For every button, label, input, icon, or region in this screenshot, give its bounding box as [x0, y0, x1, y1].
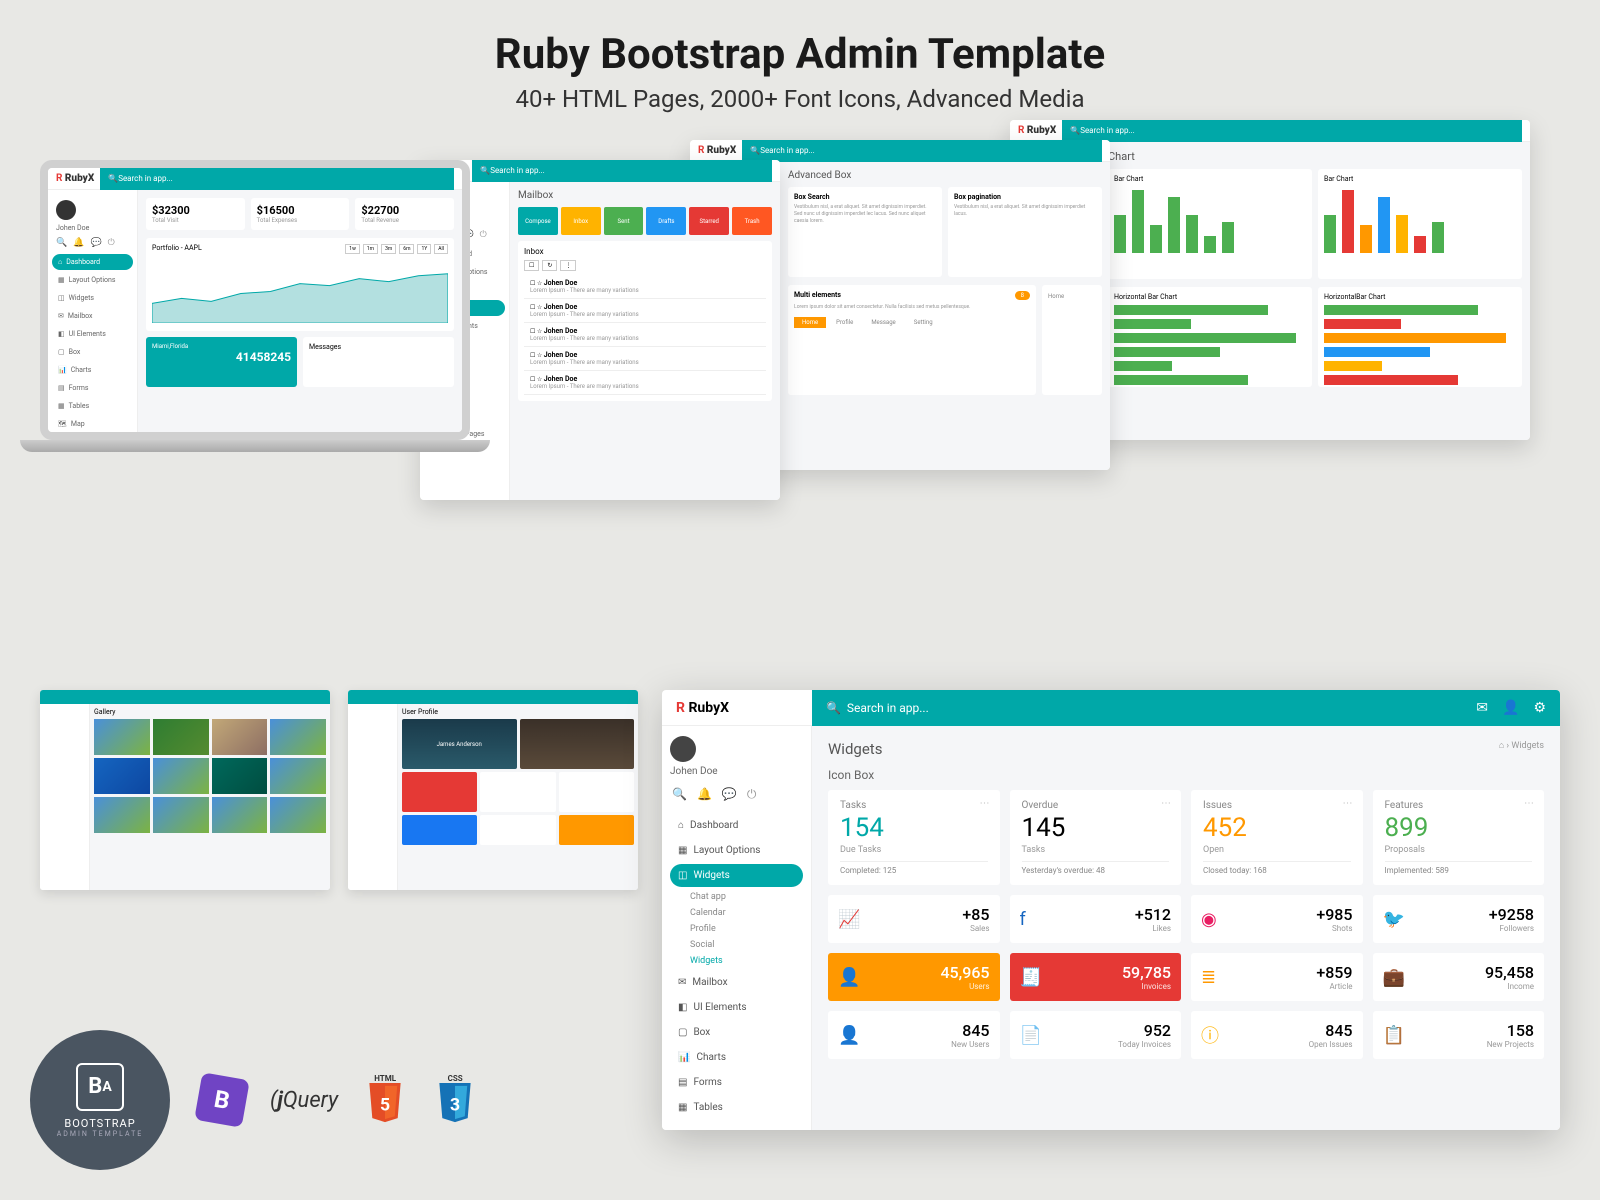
nav-dashboard[interactable]: ⌂ Dashboard: [670, 814, 803, 837]
hero: Ruby Bootstrap Admin Template 40+ HTML P…: [0, 0, 1600, 128]
stat-tile[interactable]: 📈+85Sales: [828, 895, 1000, 943]
tile[interactable]: ⋯Tasks154Due TasksCompleted: 125: [828, 790, 1000, 885]
gear-icon[interactable]: ⚙: [1533, 700, 1546, 716]
screenshot-row: R RubyX🔍 Search in app... Johen Doe 🔍🔔💬⏻…: [50, 150, 1550, 550]
mail-icon[interactable]: ✉: [1476, 700, 1488, 716]
tech-logos: BA BOOTSTRAP ADMIN TEMPLATE B (jjQueryQu…: [30, 1030, 478, 1170]
tile[interactable]: ⋯Issues452OpenClosed today: 168: [1191, 790, 1363, 885]
stat-tile[interactable]: 🧾59,785Invoices: [1010, 953, 1182, 1001]
logo: R RubyX: [1018, 125, 1056, 136]
svg-text:5: 5: [380, 1095, 390, 1115]
laptop-mockup: R RubyX🔍 Search in app... Johen Doe 🔍🔔💬⏻…: [40, 160, 470, 480]
preview-widgets: R RubyX 🔍 Search in app... ✉👤⚙ Johen Doe…: [662, 690, 1560, 1130]
thumb-profile: User Profile James Anderson: [348, 690, 638, 890]
bootstrap-admin-logo: BA BOOTSTRAP ADMIN TEMPLATE: [30, 1030, 170, 1170]
nav-ui[interactable]: ◧ UI Elements: [670, 996, 803, 1019]
page-title: Chart: [1108, 150, 1522, 163]
nav-tables[interactable]: ▦ Tables: [670, 1096, 803, 1119]
mailbox-actions: ComposeInboxSentDraftsStarredTrash: [518, 207, 772, 235]
stat-tile[interactable]: 👤845New Users: [828, 1011, 1000, 1059]
stat-tile[interactable]: ⓘ845Open Issues: [1191, 1011, 1363, 1059]
thumb-gallery: Gallery: [40, 690, 330, 890]
hero-title: Ruby Bootstrap Admin Template: [0, 30, 1600, 79]
nav-forms[interactable]: ▤ Forms: [670, 1071, 803, 1094]
area-chart: [152, 254, 448, 323]
nav-widgets[interactable]: ◫ Widgets: [670, 864, 803, 887]
stat-tile[interactable]: 👤45,965Users: [828, 953, 1000, 1001]
power-icon[interactable]: ⏻: [747, 787, 757, 802]
bar-chart-2: [1324, 183, 1516, 253]
css3-logo: CSS3: [432, 1074, 478, 1126]
stat-tile[interactable]: 📄952Today Invoices: [1010, 1011, 1182, 1059]
stat-tile[interactable]: ◉+985Shots: [1191, 895, 1363, 943]
stat-tile[interactable]: ≣+859Article: [1191, 953, 1363, 1001]
avatar[interactable]: [670, 736, 696, 762]
stat-tile[interactable]: 🐦+9258Followers: [1373, 895, 1545, 943]
nav-box[interactable]: ▢ Box: [670, 1021, 803, 1044]
hbar-chart-1: [1114, 305, 1306, 385]
search-icon[interactable]: 🔍: [672, 787, 687, 802]
tile[interactable]: ⋯Overdue145TasksYesterday's overdue: 48: [1010, 790, 1182, 885]
stat-row-2: 👤45,965Users🧾59,785Invoices≣+859Article💼…: [828, 953, 1544, 1001]
svg-text:3: 3: [450, 1095, 460, 1115]
tile-row: ⋯Tasks154Due TasksCompleted: 125⋯Overdue…: [828, 790, 1544, 885]
html5-logo: HTML5: [362, 1074, 408, 1126]
nav-mailbox[interactable]: ✉ Mailbox: [670, 971, 803, 994]
tile[interactable]: ⋯Features899ProposalsImplemented: 589: [1373, 790, 1545, 885]
chat-icon[interactable]: 💬: [722, 787, 737, 802]
stat-tile[interactable]: f+512Likes: [1010, 895, 1182, 943]
logo: R RubyX: [662, 700, 812, 716]
bar-chart-1: [1114, 183, 1306, 253]
stat-tile[interactable]: 💼95,458Income: [1373, 953, 1545, 1001]
hero-subtitle: 40+ HTML Pages, 2000+ Font Icons, Advanc…: [0, 85, 1600, 113]
search-bar[interactable]: 🔍 Search in app...: [1062, 120, 1522, 142]
user-icon[interactable]: 👤: [1502, 700, 1519, 716]
hbar-chart-2: [1324, 305, 1516, 385]
bell-icon[interactable]: 🔔: [697, 787, 712, 802]
bootstrap-icon: B: [194, 1072, 250, 1128]
nav-layout[interactable]: ▦ Layout Options: [670, 839, 803, 862]
preview-dashboard: R RubyX🔍 Search in app... Johen Doe 🔍🔔💬⏻…: [48, 168, 462, 432]
stat-row-3: 👤845New Users📄952Today Invoicesⓘ845Open …: [828, 1011, 1544, 1059]
jquery-logo: (jjQueryQuery: [270, 1088, 338, 1113]
nav-charts[interactable]: 📊 Charts: [670, 1046, 803, 1069]
search-bar[interactable]: 🔍 Search in app... ✉👤⚙: [812, 690, 1560, 726]
sidebar: Johen Doe 🔍🔔💬⏻ ⌂ Dashboard ▦ Layout Opti…: [662, 726, 812, 1130]
page-title: Widgets: [828, 740, 882, 758]
section-label: Icon Box: [828, 768, 1544, 782]
stat-tile[interactable]: 📋158New Projects: [1373, 1011, 1545, 1059]
stat-row-1: 📈+85Salesf+512Likes◉+985Shots🐦+9258Follo…: [828, 895, 1544, 943]
